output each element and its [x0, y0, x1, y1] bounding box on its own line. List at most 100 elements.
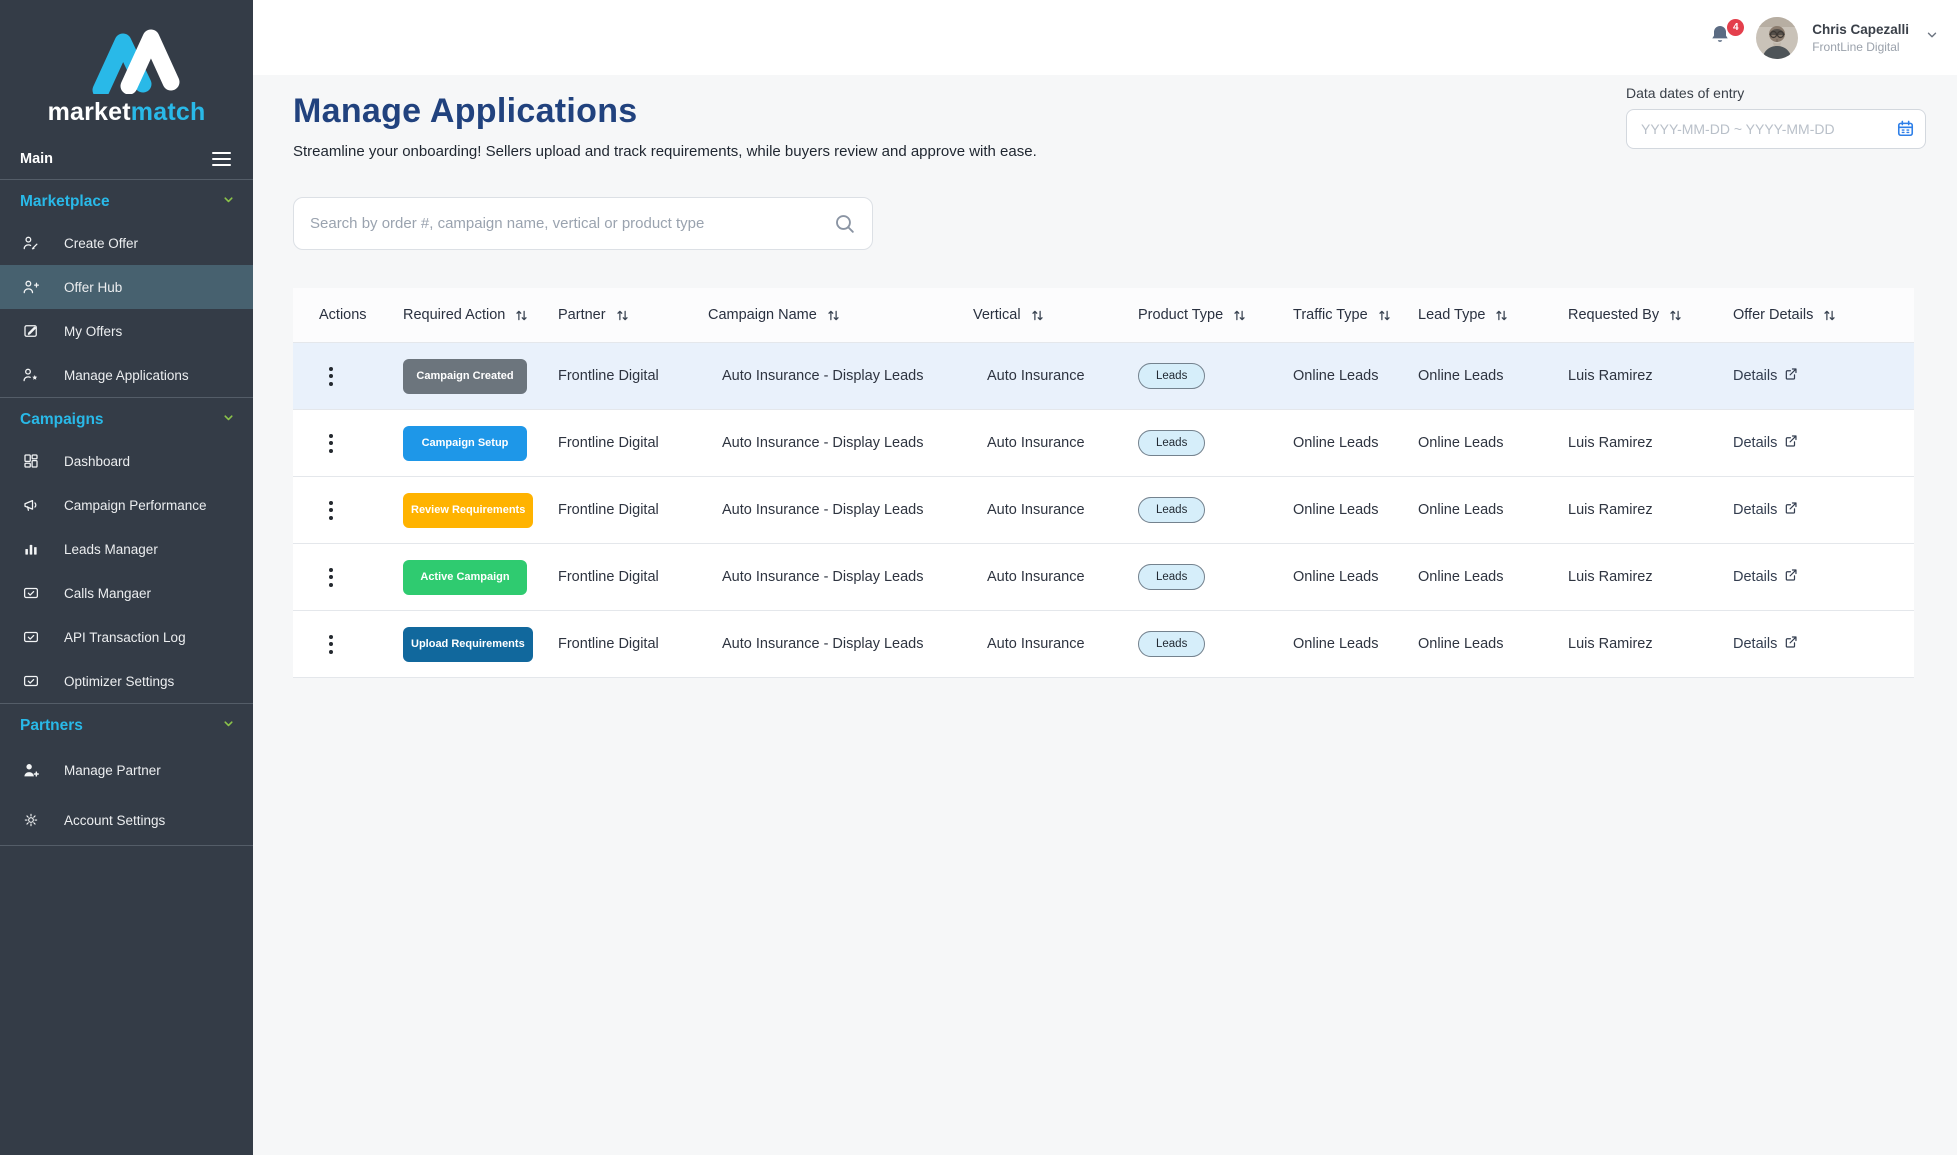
brand-logo: marketmatch — [0, 0, 253, 137]
offer-details-cell: Details — [1713, 434, 1914, 452]
sort-icon[interactable] — [1030, 308, 1045, 323]
sort-icon[interactable] — [1377, 308, 1392, 323]
lead-type-cell: Online Leads — [1398, 569, 1548, 585]
sidebar-item-manage-partner[interactable]: Manage Partner — [0, 745, 253, 795]
topbar: 4 Chris Capezalli FrontLine Digital — [253, 0, 1957, 75]
sidebar-item-api-transaction-log[interactable]: API Transaction Log — [0, 615, 253, 659]
search-input[interactable] — [293, 197, 873, 250]
sidebar-nav: Marketplace Create OfferOffer HubMy Offer… — [0, 180, 253, 845]
sort-icon[interactable] — [514, 308, 529, 323]
sidebar-item-calls-mangaer[interactable]: Calls Mangaer — [0, 571, 253, 615]
card-check-icon — [22, 584, 40, 602]
calendar-icon[interactable] — [1896, 119, 1915, 143]
column-header-lead-type[interactable]: Lead Type — [1398, 307, 1548, 323]
product-type-badge: Leads — [1138, 564, 1205, 590]
sidebar-item-dashboard[interactable]: Dashboard — [0, 439, 253, 483]
product-type-cell: Leads — [1118, 564, 1273, 590]
sidebar-section-items: Create OfferOffer HubMy OffersManage App… — [0, 221, 253, 397]
kebab-menu-icon[interactable] — [325, 631, 337, 658]
required-action-button-campaign-created[interactable]: Campaign Created — [403, 359, 527, 394]
column-header-label: Campaign Name — [708, 307, 817, 323]
sidebar-item-label: Dashboard — [64, 454, 130, 469]
vertical-cell: Auto Insurance — [953, 502, 1118, 518]
column-header-partner[interactable]: Partner — [538, 307, 688, 323]
sidebar-item-offer-hub[interactable]: Offer Hub — [0, 265, 253, 309]
sidebar-item-leads-manager[interactable]: Leads Manager — [0, 527, 253, 571]
column-header-label: Actions — [319, 307, 367, 323]
offer-details-link[interactable]: Details — [1733, 635, 1798, 653]
table-body: Campaign Created Frontline Digital Auto In… — [293, 343, 1914, 678]
offer-details-link[interactable]: Details — [1733, 434, 1798, 452]
search-icon[interactable] — [832, 211, 857, 241]
table-header-row: Actions Required Action Partner Campaign Na… — [293, 288, 1914, 343]
brand-logo-icon — [67, 28, 187, 94]
date-range-input[interactable] — [1626, 109, 1926, 149]
kebab-menu-icon[interactable] — [325, 430, 337, 457]
sort-icon[interactable] — [1668, 308, 1683, 323]
sort-icon[interactable] — [1232, 308, 1247, 323]
kebab-menu-icon[interactable] — [325, 363, 337, 390]
column-header-traffic-type[interactable]: Traffic Type — [1273, 307, 1398, 323]
product-type-cell: Leads — [1118, 631, 1273, 657]
sidebar-section-campaigns[interactable]: Campaigns — [0, 398, 253, 439]
column-header-product-type[interactable]: Product Type — [1118, 307, 1273, 323]
column-header-vertical[interactable]: Vertical — [953, 307, 1118, 323]
person-star-icon — [22, 366, 40, 384]
lead-type-cell: Online Leads — [1398, 636, 1548, 652]
sidebar-item-create-offer[interactable]: Create Offer — [0, 221, 253, 265]
column-header-label: Product Type — [1138, 307, 1223, 323]
notifications-button[interactable]: 4 — [1708, 23, 1732, 52]
brand-wordmark: marketmatch — [0, 98, 253, 127]
sidebar-section-partners[interactable]: Partners — [0, 704, 253, 745]
offer-details-cell: Details — [1713, 501, 1914, 519]
sidebar-item-my-offers[interactable]: My Offers — [0, 309, 253, 353]
offer-details-link[interactable]: Details — [1733, 367, 1798, 385]
applications-table: Actions Required Action Partner Campaign Na… — [293, 288, 1914, 678]
column-header-requested-by[interactable]: Requested By — [1548, 307, 1713, 323]
sidebar-item-manage-applications[interactable]: Manage Applications — [0, 353, 253, 397]
user-menu-chevron-down-icon[interactable] — [1925, 28, 1939, 47]
column-header-offer-details[interactable]: Offer Details — [1713, 307, 1914, 323]
product-type-badge: Leads — [1138, 430, 1205, 456]
offer-details-link[interactable]: Details — [1733, 568, 1798, 586]
partner-cell: Frontline Digital — [538, 636, 688, 652]
sort-icon[interactable] — [1494, 308, 1509, 323]
offer-details-link[interactable]: Details — [1733, 501, 1798, 519]
required-action-button-active-campaign[interactable]: Active Campaign — [403, 560, 527, 595]
person-edit-icon — [22, 234, 40, 252]
sort-icon[interactable] — [1822, 308, 1837, 323]
hamburger-menu-icon[interactable] — [212, 152, 231, 166]
sidebar-item-optimizer-settings[interactable]: Optimizer Settings — [0, 659, 253, 703]
sidebar-item-campaign-performance[interactable]: Campaign Performance — [0, 483, 253, 527]
required-action-cell: Campaign Created — [383, 359, 538, 394]
kebab-menu-icon[interactable] — [325, 564, 337, 591]
sort-icon[interactable] — [826, 308, 841, 323]
sidebar-main-label: Main — [20, 151, 53, 167]
column-header-label: Partner — [558, 307, 606, 323]
sidebar-item-account-settings[interactable]: Account Settings — [0, 795, 253, 845]
user-organization: FrontLine Digital — [1812, 40, 1909, 54]
product-type-badge: Leads — [1138, 363, 1205, 389]
chevron-down-icon — [222, 193, 235, 211]
sidebar-item-label: Optimizer Settings — [64, 674, 174, 689]
app-root: marketmatch Main Marketplace Create Offer… — [0, 0, 1957, 1155]
column-header-required-action[interactable]: Required Action — [383, 307, 538, 323]
external-link-icon — [1784, 501, 1798, 519]
required-action-button-review-requirements[interactable]: Review Requirements — [403, 493, 533, 528]
requested-by-cell: Luis Ramirez — [1548, 636, 1713, 652]
required-action-cell: Active Campaign — [383, 560, 538, 595]
sort-icon[interactable] — [615, 308, 630, 323]
external-link-icon — [1784, 434, 1798, 452]
required-action-button-upload-requirements[interactable]: Upload Requirements — [403, 627, 533, 662]
table-row: Upload RequirementsFrontline DigitalAuto… — [293, 611, 1914, 678]
kebab-menu-icon[interactable] — [325, 497, 337, 524]
external-link-icon — [1784, 568, 1798, 586]
user-avatar[interactable] — [1756, 17, 1798, 59]
sidebar-section-label: Marketplace — [20, 193, 110, 211]
required-action-button-campaign-setup[interactable]: Campaign Setup — [403, 426, 527, 461]
column-header-campaign-name[interactable]: Campaign Name — [688, 307, 953, 323]
offer-details-label: Details — [1733, 569, 1777, 585]
sidebar-section-marketplace[interactable]: Marketplace — [0, 180, 253, 221]
edit-square-icon — [22, 322, 40, 340]
date-filter-label: Data dates of entry — [1626, 85, 1926, 101]
